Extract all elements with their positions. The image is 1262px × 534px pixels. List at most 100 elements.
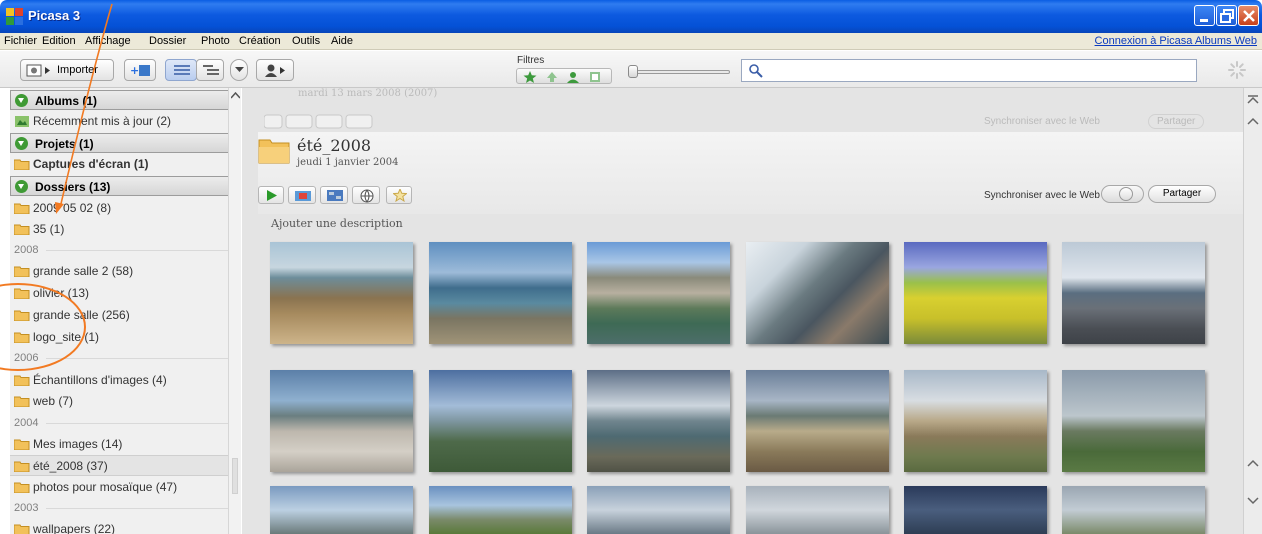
sidebar-item-folder[interactable]: web (7)	[10, 391, 236, 412]
video-filter-icon[interactable]	[588, 71, 602, 83]
photo-thumbnail[interactable]	[1062, 370, 1205, 472]
people-icon	[265, 64, 285, 77]
previous-share-button: Partager	[1148, 114, 1205, 129]
loading-spinner-icon	[1228, 61, 1246, 79]
upload-web-icon	[295, 191, 311, 201]
photo-thumbnail[interactable]	[587, 370, 730, 472]
sidebar-item-label: olivier (13)	[33, 286, 90, 300]
geotag-button[interactable]	[352, 186, 380, 204]
sidebar-item-label: logo_site (1)	[33, 330, 100, 344]
album-title: été_2008	[297, 136, 372, 155]
sidebar-item-label: grande salle 2 (58)	[33, 264, 134, 278]
folder-icon	[14, 332, 30, 343]
library-scrollbar[interactable]	[1243, 88, 1262, 534]
photo-thumbnail[interactable]	[270, 370, 413, 472]
year-divider: 2003	[10, 498, 236, 518]
photo-thumbnail[interactable]	[746, 486, 889, 534]
close-button[interactable]	[1238, 5, 1259, 26]
photo-thumbnail[interactable]	[429, 370, 572, 472]
sidebar-item-folder-selected[interactable]: été_2008 (37)	[10, 455, 236, 476]
folder-icon	[14, 396, 30, 407]
picasa-web-albums-link[interactable]: Connexion à Picasa Albums Web	[1095, 35, 1257, 47]
folder-icon	[14, 482, 30, 493]
sidebar-item-folder[interactable]: Mes images (14)	[10, 434, 236, 455]
sidebar-item-folder[interactable]: wallpapers (22)	[10, 519, 236, 534]
folder-icon	[14, 375, 30, 386]
menu-creation[interactable]: Création	[239, 35, 281, 47]
share-button[interactable]: Partager	[1148, 185, 1216, 203]
sidebar-item-label: été_2008 (37)	[33, 459, 108, 473]
year-label: 2006	[14, 352, 39, 364]
photo-thumbnail[interactable]	[746, 242, 889, 344]
year-label: 2003	[14, 502, 39, 514]
sidebar-item-folder[interactable]: photos pour mosaïque (47)	[10, 477, 236, 498]
photo-thumbnail[interactable]	[904, 370, 1047, 472]
sidebar-item-label: wallpapers (22)	[33, 522, 116, 534]
menu-outils[interactable]: Outils	[292, 35, 320, 47]
upload-web-button[interactable]	[288, 186, 316, 204]
folder-icon	[14, 310, 30, 321]
filter-slider-knob[interactable]	[628, 65, 638, 78]
photo-thumbnail[interactable]	[904, 486, 1047, 534]
sidebar-item-label: Mes images (14)	[33, 437, 123, 451]
photo-thumbnail[interactable]	[1062, 242, 1205, 344]
globe-icon	[360, 189, 374, 203]
photo-thumbnail[interactable]	[429, 486, 572, 534]
photo-thumbnail[interactable]	[429, 242, 572, 344]
sidebar-item-folder[interactable]: Échantillons d'images (4)	[10, 370, 236, 391]
face-filter-icon[interactable]	[566, 71, 580, 83]
play-slideshow-button[interactable]	[258, 186, 284, 204]
play-icon	[267, 190, 277, 201]
photo-thumbnail[interactable]	[587, 242, 730, 344]
upload-filter-icon[interactable]	[545, 71, 559, 83]
close-icon	[1243, 10, 1255, 22]
sidebar-item-folder[interactable]: grande salle (256)	[10, 305, 236, 326]
folder-icon	[14, 524, 30, 534]
year-divider: 2004	[10, 413, 236, 433]
photo-thumbnail[interactable]	[270, 486, 413, 534]
star-album-button[interactable]	[386, 186, 412, 204]
photo-thumbnail[interactable]	[270, 242, 413, 344]
sidebar-item-label: web (7)	[33, 394, 74, 408]
sidebar-scroll-thumb[interactable]	[232, 458, 238, 494]
year-divider: 2008	[10, 240, 236, 260]
star-filter-icon[interactable]	[523, 71, 537, 83]
previous-album-date: mardi 13 mars 2008 (2007)	[298, 88, 438, 99]
previous-sync-label: Synchroniser avec le Web	[984, 116, 1100, 127]
restore-icon	[1220, 9, 1234, 23]
year-label: 2008	[14, 244, 39, 256]
collage-icon	[327, 190, 343, 201]
search-icon	[749, 64, 763, 78]
album-date: jeudi 1 janvier 2004	[297, 157, 399, 168]
collage-button[interactable]	[320, 186, 348, 204]
sync-web-toggle[interactable]	[1101, 185, 1144, 203]
filter-slider-track[interactable]	[632, 70, 730, 74]
sidebar-item-folder[interactable]: logo_site (1)	[10, 327, 236, 348]
people-button[interactable]	[256, 59, 294, 81]
page-down-icon[interactable]	[1247, 496, 1259, 506]
minimize-button[interactable]	[1194, 5, 1215, 26]
album-description[interactable]: Ajouter une description	[271, 217, 403, 230]
toggle-knob	[1119, 187, 1133, 201]
menu-aide[interactable]: Aide	[331, 35, 353, 47]
scroll-top-icon[interactable]	[1247, 94, 1259, 104]
sidebar-item-folder[interactable]: grande salle 2 (58)	[10, 261, 236, 282]
page-up-icon[interactable]	[1247, 458, 1259, 468]
folder-icon	[14, 461, 30, 472]
filter-bar	[516, 68, 612, 84]
folder-icon	[14, 266, 30, 277]
search-input[interactable]	[741, 59, 1197, 82]
photo-thumbnail[interactable]	[1062, 486, 1205, 534]
restore-button[interactable]	[1216, 5, 1237, 26]
photo-thumbnail[interactable]	[904, 242, 1047, 344]
minimize-icon	[1200, 19, 1208, 22]
album-folder-icon	[258, 139, 290, 164]
photo-thumbnail[interactable]	[746, 370, 889, 472]
annotation-arrow	[55, 3, 113, 214]
sidebar-item-label: grande salle (256)	[33, 308, 130, 322]
scroll-up-icon[interactable]	[1247, 116, 1259, 126]
folder-icon	[14, 288, 30, 299]
previous-album-toolbar	[264, 114, 373, 129]
photo-thumbnail[interactable]	[587, 486, 730, 534]
sidebar-item-folder[interactable]: olivier (13)	[10, 283, 236, 304]
